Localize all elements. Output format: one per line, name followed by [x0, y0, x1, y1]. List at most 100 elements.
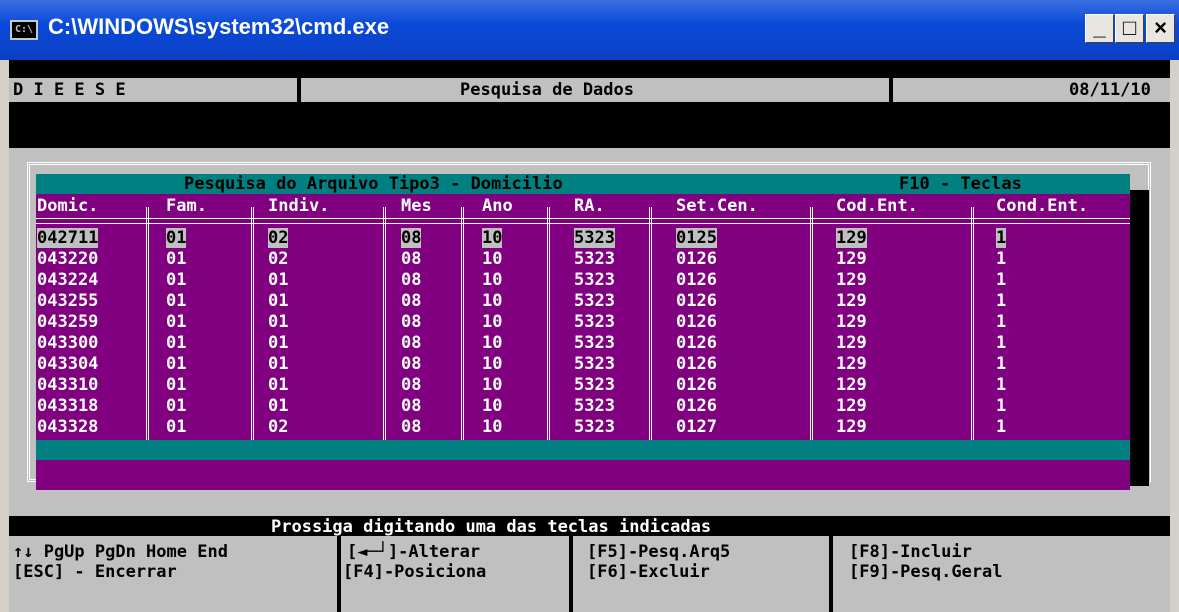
f5-key[interactable]: [F5]-Pesq.Arq5	[587, 542, 730, 562]
f6-key[interactable]: [F6]-Excluir	[587, 562, 710, 582]
table-cell: 129	[836, 249, 867, 269]
table-cell: 5323	[574, 291, 615, 311]
table-cell: 043255	[37, 291, 99, 311]
close-button[interactable]: ×	[1146, 14, 1175, 43]
esc-key[interactable]: [ESC] - Encerrar	[13, 562, 177, 582]
header-divider	[36, 218, 1130, 224]
table-cell: 01	[268, 375, 289, 395]
table-cell: 043300	[37, 333, 99, 353]
key-help: ↑↓ PgUp PgDn Home End [ESC] - Encerrar […	[9, 536, 1170, 612]
table-cell: 5323	[574, 375, 615, 395]
key-separator	[569, 536, 573, 612]
table-cell: 5323	[574, 354, 615, 374]
column-header: Mes	[401, 196, 432, 216]
table-cell: 1	[996, 228, 1007, 248]
f8-key[interactable]: [F8]-Incluir	[849, 542, 972, 562]
table-cell: 01	[166, 396, 187, 416]
header-separator	[297, 78, 301, 102]
table-cell: 129	[836, 312, 867, 332]
table-cell: 5323	[574, 333, 615, 353]
column-separator	[810, 207, 813, 440]
table-cell: 0126	[676, 375, 717, 395]
column-separator	[649, 207, 652, 440]
column-header: Indiv.	[268, 196, 330, 216]
table-cell: 01	[166, 228, 187, 248]
table-cell: 043328	[37, 417, 99, 437]
window-title-bar[interactable]: C:\ C:\WINDOWS\system32\cmd.exe _ □ ×	[0, 0, 1179, 60]
table-cell: 02	[268, 228, 289, 248]
table-cell: 10	[482, 375, 503, 395]
table-cell: 08	[401, 375, 422, 395]
table-cell: 01	[268, 396, 289, 416]
table-cell: 10	[482, 417, 503, 437]
header-row: D I E E S E Pesquisa de Dados 08/11/10	[9, 78, 1170, 102]
column-separator	[146, 207, 149, 440]
table-cell: 08	[401, 396, 422, 416]
table-cell: 129	[836, 417, 867, 437]
table-cell: 1	[996, 291, 1007, 311]
table-cell: 01	[268, 291, 289, 311]
column-separator	[251, 207, 254, 440]
nav-keys: ↑↓ PgUp PgDn Home End	[13, 542, 228, 562]
table-cell: 043318	[37, 396, 99, 416]
minimize-button[interactable]: _	[1085, 14, 1114, 43]
table-cell: 01	[166, 291, 187, 311]
f9-key[interactable]: [F9]-Pesq.Geral	[849, 562, 1003, 582]
table-cell: 10	[482, 228, 503, 248]
column-separator	[971, 207, 974, 440]
table-cell: 01	[166, 333, 187, 353]
table-cell: 02	[268, 417, 289, 437]
grid-hint: F10 - Teclas	[899, 174, 1022, 194]
table-cell: 043304	[37, 354, 99, 374]
table-cell: 08	[401, 228, 422, 248]
f4-key[interactable]: [F4]-Posiciona	[343, 562, 486, 582]
table-cell: 1	[996, 249, 1007, 269]
table-cell: 0126	[676, 270, 717, 290]
column-header: Cod.Ent.	[836, 196, 918, 216]
header-left: D I E E S E	[13, 80, 126, 100]
header-center: Pesquisa de Dados	[460, 80, 634, 100]
table-cell: 01	[268, 312, 289, 332]
table-cell: 0126	[676, 354, 717, 374]
table-cell: 0126	[676, 333, 717, 353]
maximize-button[interactable]: □	[1115, 14, 1144, 43]
cmd-icon: C:\	[10, 20, 38, 40]
table-cell: 08	[401, 312, 422, 332]
table-cell: 08	[401, 333, 422, 353]
table-cell: 01	[166, 249, 187, 269]
table-cell: 02	[268, 249, 289, 269]
table-cell: 5323	[574, 270, 615, 290]
column-header: Ano	[482, 196, 513, 216]
enter-key[interactable]: [◄─┘]-Alterar	[347, 542, 480, 562]
column-separator	[547, 207, 550, 440]
table-cell: 5323	[574, 417, 615, 437]
column-separator	[383, 207, 386, 440]
table-cell: 0126	[676, 291, 717, 311]
header-bar: D I E E S E Pesquisa de Dados 08/11/10	[9, 60, 1170, 148]
key-separator	[337, 536, 341, 612]
table-cell: 08	[401, 354, 422, 374]
window-title: C:\WINDOWS\system32\cmd.exe	[48, 14, 390, 39]
table-cell: 10	[482, 333, 503, 353]
table-cell: 01	[268, 333, 289, 353]
table-cell: 01	[166, 375, 187, 395]
table-cell: 129	[836, 396, 867, 416]
table-cell: 1	[996, 270, 1007, 290]
column-header: Fam.	[166, 196, 207, 216]
grid-panel: Pesquisa do Arquivo Tipo3 - Domicilio F1…	[9, 148, 1170, 494]
table-cell: 0126	[676, 249, 717, 269]
table-cell: 043224	[37, 270, 99, 290]
table-cell: 129	[836, 270, 867, 290]
table-cell: 08	[401, 270, 422, 290]
table-cell: 10	[482, 312, 503, 332]
table-cell: 043220	[37, 249, 99, 269]
table-cell: 042711	[37, 228, 99, 248]
console-area: D I E E S E Pesquisa de Dados 08/11/10 P…	[9, 60, 1170, 612]
table-cell: 1	[996, 312, 1007, 332]
column-header: Set.Cen.	[676, 196, 758, 216]
key-separator	[829, 536, 833, 612]
table-cell: 01	[166, 417, 187, 437]
table-cell: 10	[482, 249, 503, 269]
table-cell: 5323	[574, 396, 615, 416]
table-cell: 129	[836, 375, 867, 395]
